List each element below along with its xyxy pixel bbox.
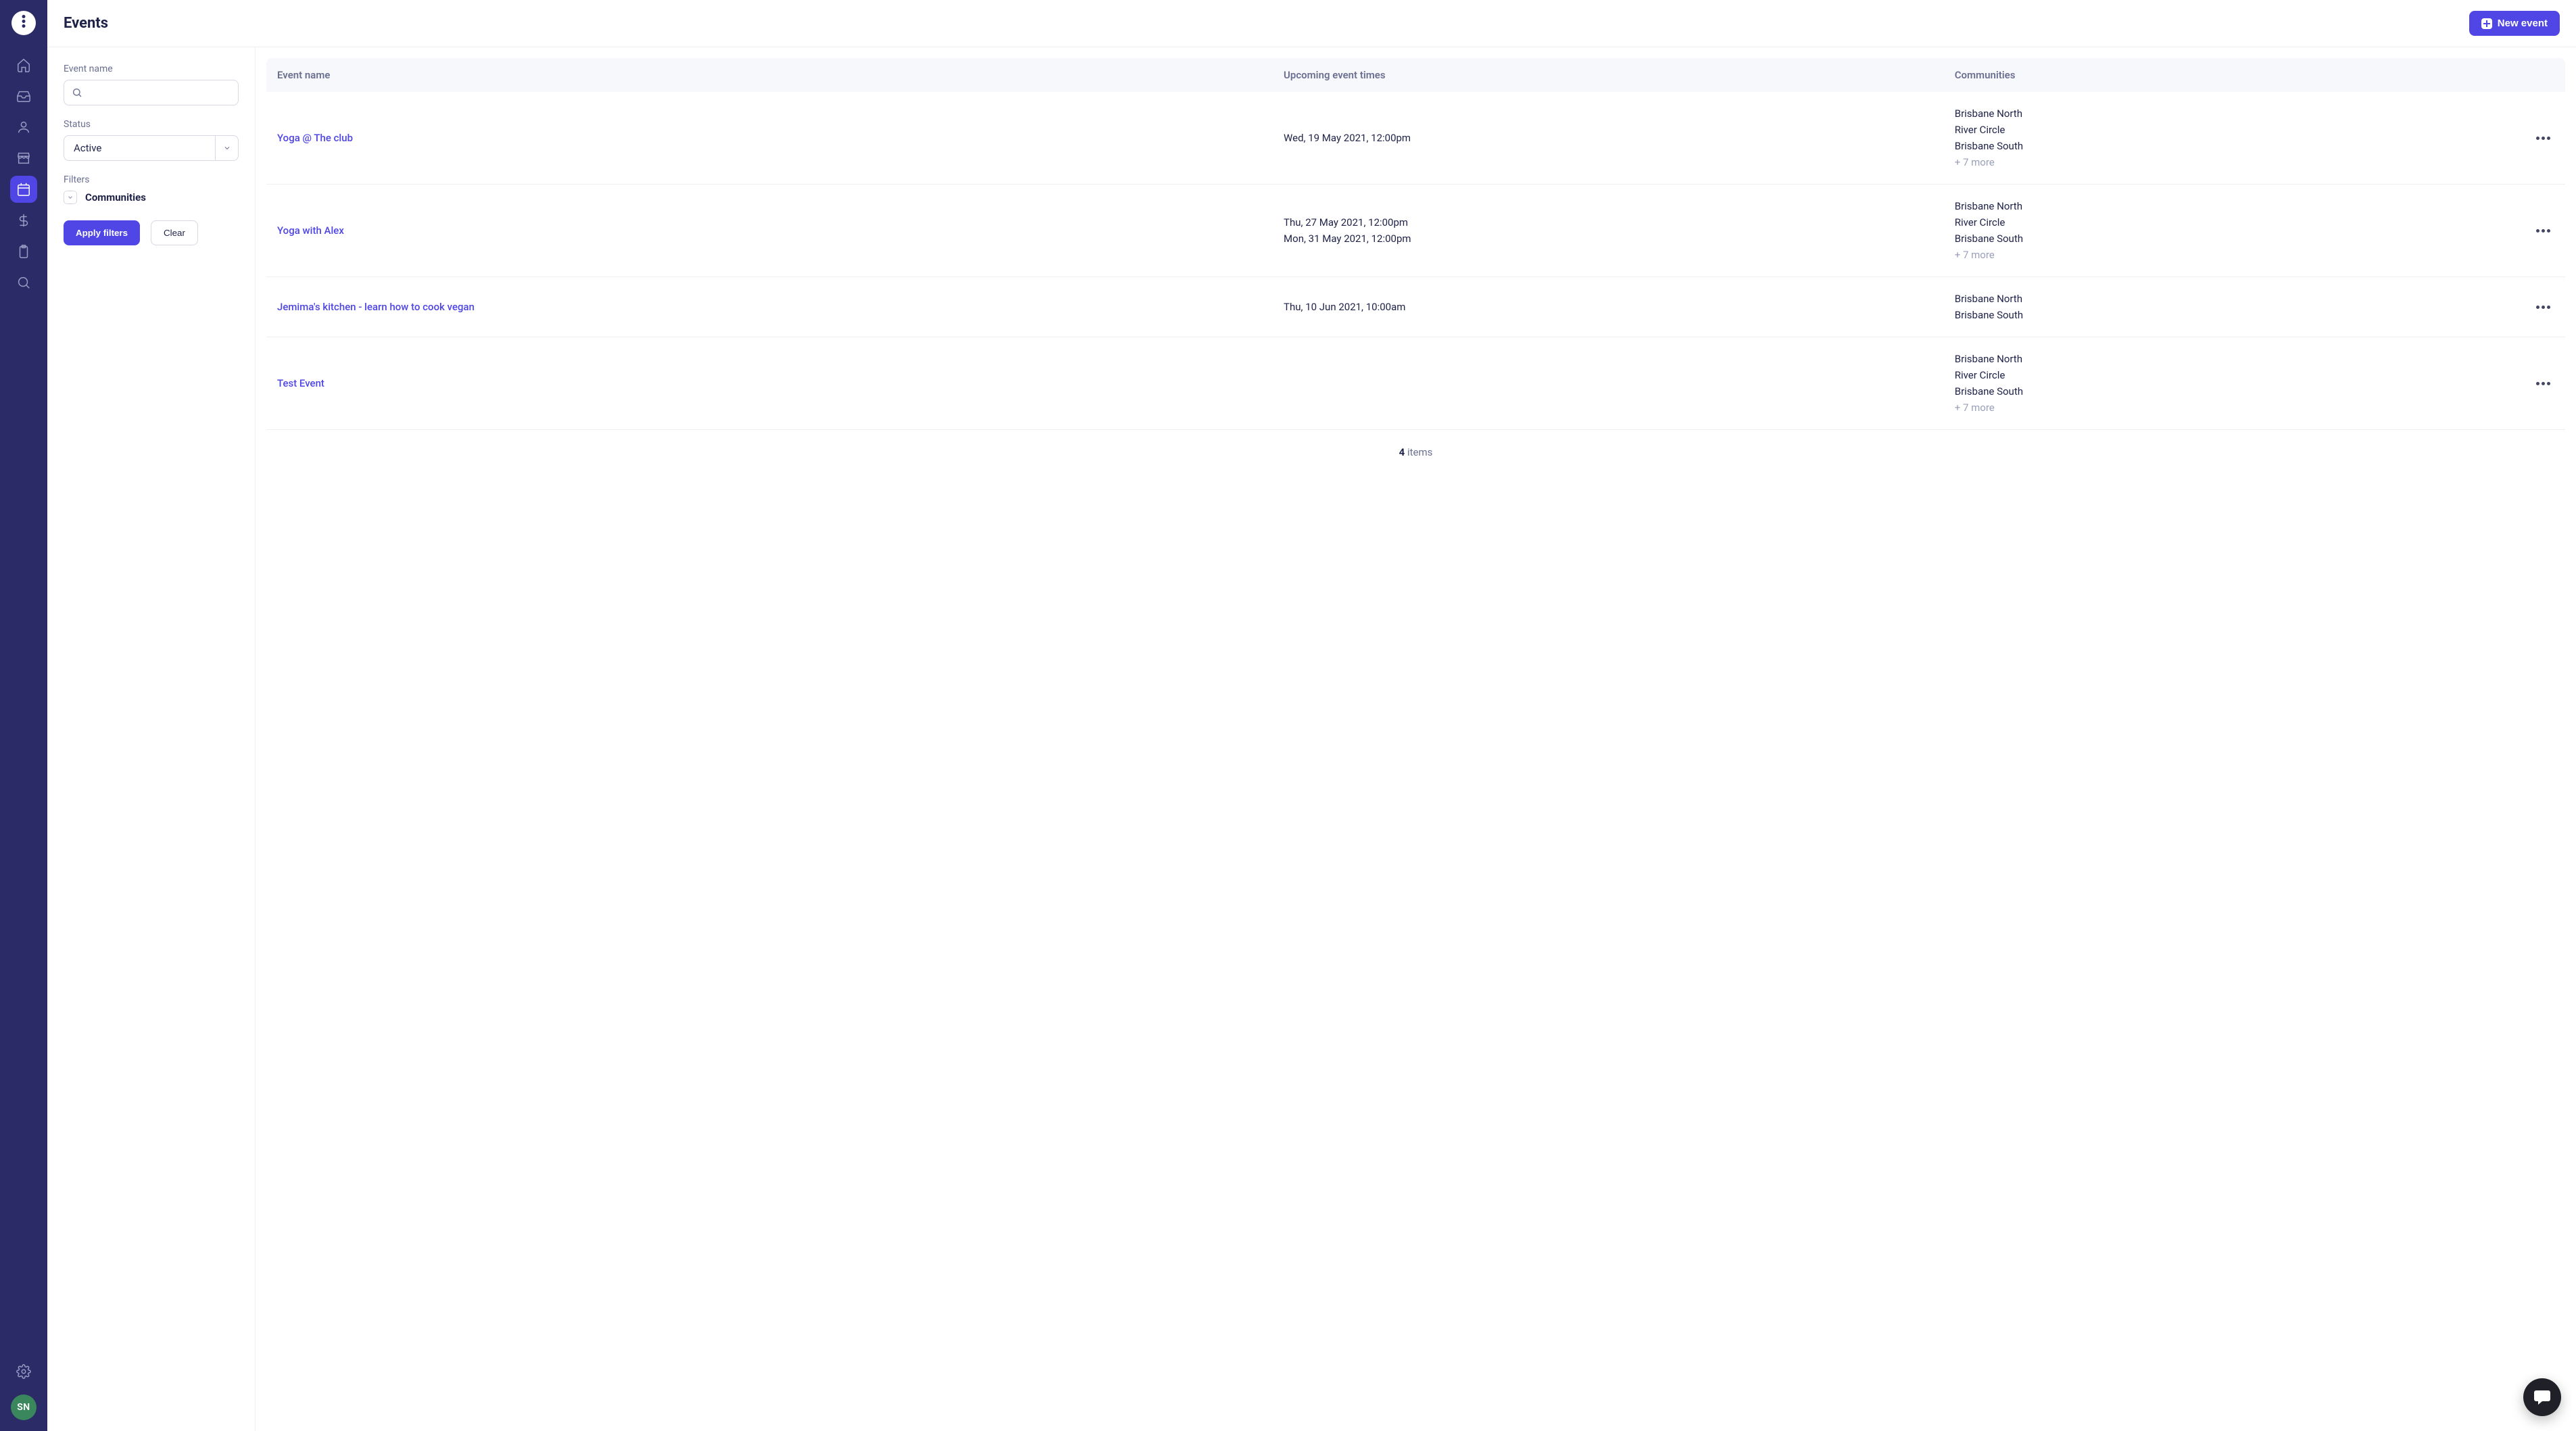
sidebar: SN: [0, 0, 47, 1431]
event-name-input-wrap: [64, 80, 239, 105]
chevron-down-icon: [64, 191, 77, 204]
sidebar-item-home[interactable]: [10, 51, 37, 78]
row-actions-button[interactable]: [2532, 378, 2554, 389]
event-communities: Brisbane NorthRiver CircleBrisbane South…: [1955, 105, 2514, 170]
communities-filter-label: Communities: [85, 191, 146, 203]
items-count: 4: [1399, 446, 1405, 458]
event-link[interactable]: Test Event: [277, 377, 324, 389]
sidebar-item-billing[interactable]: [10, 207, 37, 234]
table-footer: 4 items: [266, 430, 2565, 475]
inbox-icon: [16, 89, 31, 103]
calendar-icon: [16, 182, 31, 197]
event-link[interactable]: Jemima's kitchen - learn how to cook veg…: [277, 301, 475, 313]
row-actions-button[interactable]: [2532, 225, 2554, 237]
events-table: Event name Upcoming event times Communit…: [266, 58, 2565, 430]
sidebar-nav: [0, 51, 47, 296]
event-link[interactable]: Yoga @ The club: [277, 132, 353, 144]
event-communities: Brisbane NorthRiver CircleBrisbane South…: [1955, 198, 2514, 263]
home-icon: [16, 57, 31, 72]
search-icon: [64, 80, 90, 105]
sidebar-item-clipboard[interactable]: [10, 238, 37, 265]
col-communities: Communities: [1955, 69, 2514, 81]
search-icon: [16, 275, 31, 290]
apply-filters-button[interactable]: Apply filters: [64, 220, 140, 245]
plus-icon: [2481, 18, 2492, 29]
sidebar-item-inbox[interactable]: [10, 82, 37, 110]
col-event-name: Event name: [277, 69, 1284, 81]
topbar: Events New event: [47, 0, 2576, 47]
table-row: Yoga with Alex Thu, 27 May 2021, 12:00pmM…: [266, 185, 2565, 277]
gear-icon: [16, 1364, 31, 1379]
page-title: Events: [64, 15, 108, 32]
status-label: Status: [64, 119, 239, 130]
event-communities: Brisbane NorthBrisbane South: [1955, 291, 2514, 323]
event-name-input[interactable]: [90, 80, 238, 105]
filters-heading: Filters: [64, 174, 239, 185]
user-avatar[interactable]: SN: [11, 1394, 37, 1420]
chat-launcher[interactable]: [2523, 1378, 2561, 1416]
event-communities: Brisbane NorthRiver CircleBrisbane South…: [1955, 351, 2514, 416]
status-select-value: Active: [64, 136, 215, 160]
col-upcoming-times: Upcoming event times: [1284, 69, 1955, 81]
event-link[interactable]: Yoga with Alex: [277, 224, 344, 237]
table-row: Yoga @ The club Wed, 19 May 2021, 12:00pm…: [266, 92, 2565, 185]
status-select[interactable]: Active: [64, 135, 239, 161]
sidebar-item-store[interactable]: [10, 145, 37, 172]
table-row: Jemima's kitchen - learn how to cook veg…: [266, 277, 2565, 337]
table-row: Test Event Brisbane NorthRiver CircleBris…: [266, 337, 2565, 430]
sidebar-item-calendar[interactable]: [10, 176, 37, 203]
billing-icon: [16, 213, 31, 228]
sidebar-item-search[interactable]: [10, 269, 37, 296]
table-header-row: Event name Upcoming event times Communit…: [266, 58, 2565, 92]
row-actions-button[interactable]: [2532, 132, 2554, 144]
store-icon: [16, 151, 31, 166]
event-times: Wed, 19 May 2021, 12:00pm: [1284, 130, 1955, 146]
new-event-button-label: New event: [2498, 18, 2548, 29]
communities-filter-toggle[interactable]: Communities: [64, 191, 239, 204]
person-icon: [16, 120, 31, 135]
event-times: Thu, 10 Jun 2021, 10:00am: [1284, 299, 1955, 315]
clipboard-icon: [16, 244, 31, 259]
new-event-button[interactable]: New event: [2469, 11, 2560, 36]
sidebar-settings[interactable]: [10, 1358, 37, 1385]
events-table-area: Event name Upcoming event times Communit…: [256, 47, 2576, 1431]
event-times: Thu, 27 May 2021, 12:00pmMon, 31 May 202…: [1284, 214, 1955, 247]
chevron-down-icon: [215, 136, 238, 160]
filters-panel: Event name Status Active Fi: [47, 47, 256, 1431]
items-label: items: [1407, 446, 1432, 458]
row-actions-button[interactable]: [2532, 301, 2554, 313]
event-name-label: Event name: [64, 64, 239, 74]
sidebar-item-person[interactable]: [10, 114, 37, 141]
app-logo: [11, 11, 36, 35]
chat-icon: [2533, 1388, 2552, 1407]
clear-filters-button[interactable]: Clear: [151, 220, 198, 245]
